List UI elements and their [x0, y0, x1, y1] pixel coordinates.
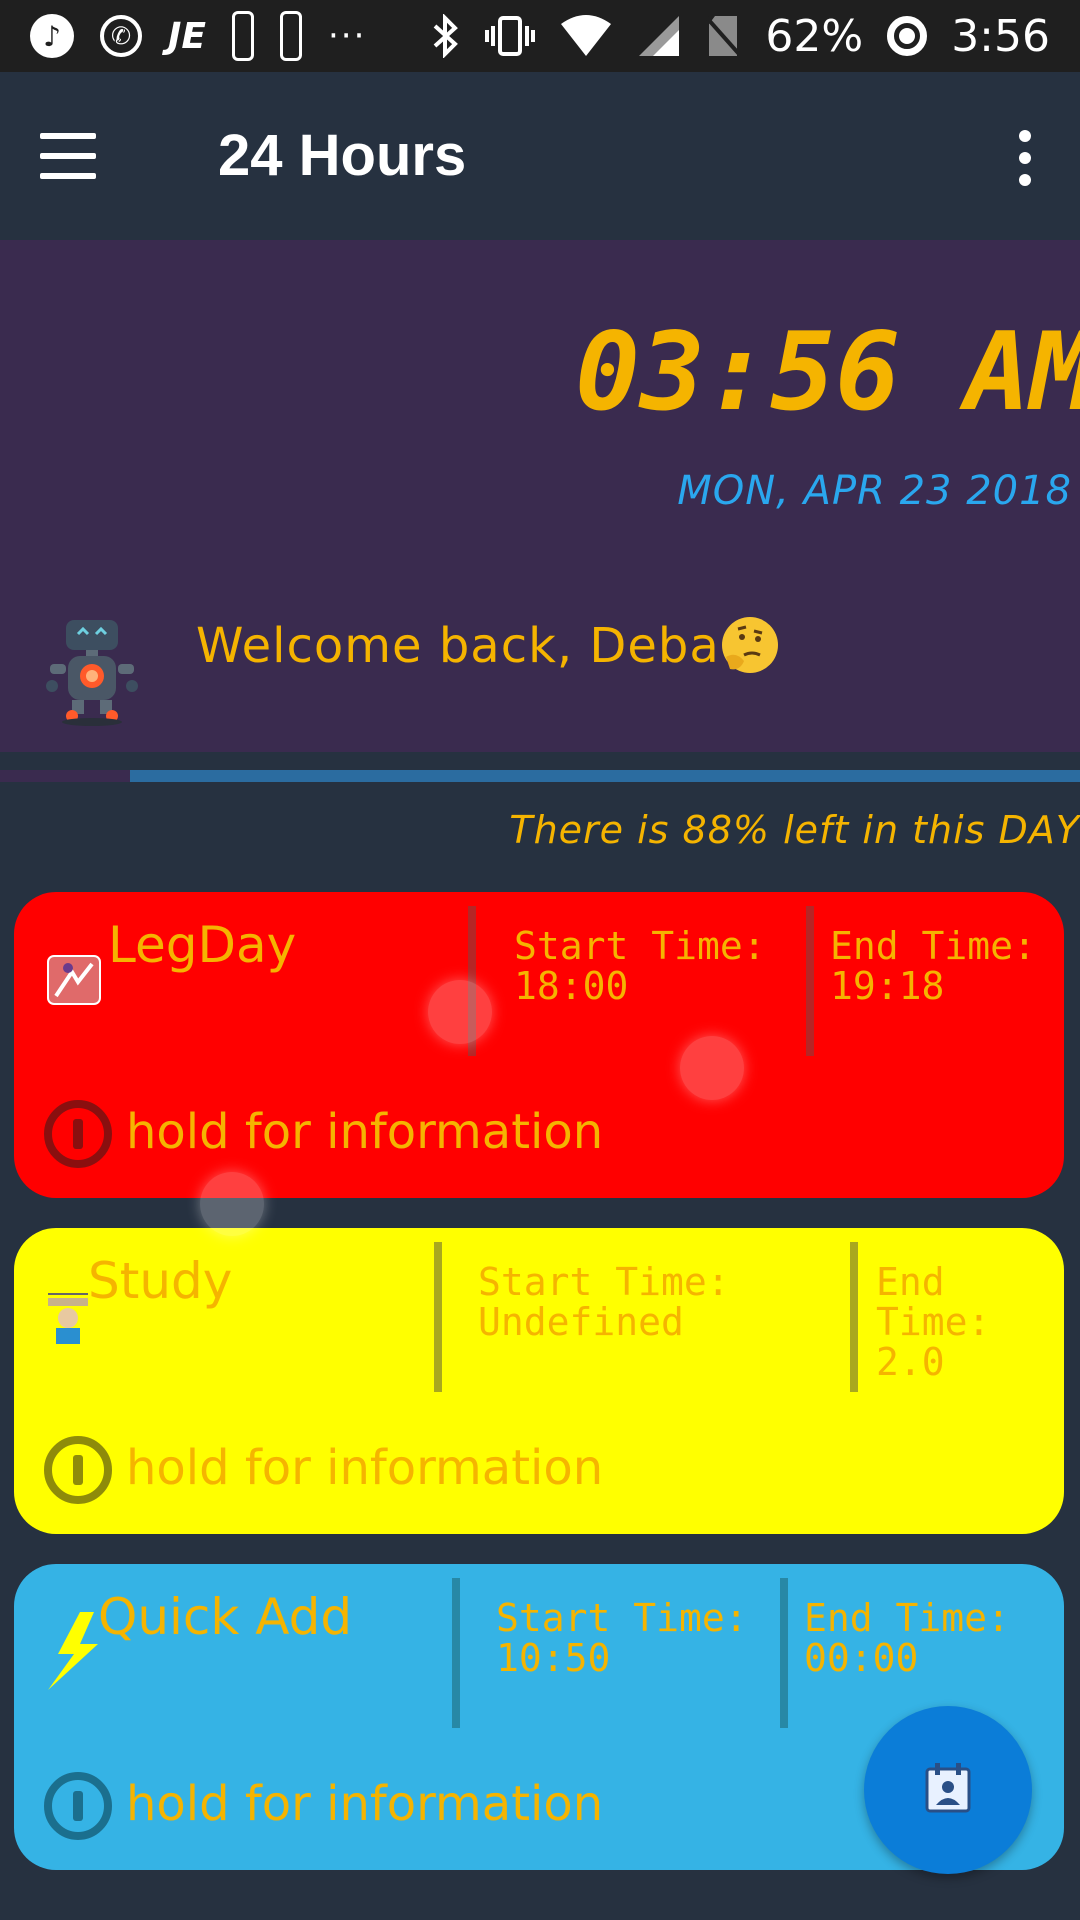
end-time-value: 00:00: [804, 1636, 919, 1680]
calendar-contact-icon: [923, 1761, 973, 1819]
start-time: Start Time: 10:50: [496, 1598, 748, 1678]
wifi-icon: [559, 14, 613, 58]
task-title: LegDay: [108, 916, 297, 974]
column-divider: [806, 906, 814, 1056]
music-note-icon: ♪: [30, 14, 74, 58]
no-sim-icon: [705, 14, 741, 58]
hold-hint: hold for information: [126, 1440, 604, 1496]
battery-percent: 62%: [765, 10, 864, 62]
column-divider: [780, 1578, 788, 1728]
task-card-study[interactable]: Study Start Time: Undefined End Time: 2.…: [14, 1228, 1064, 1534]
touch-indicator: [200, 1172, 264, 1236]
bluetooth-icon: [431, 14, 461, 58]
status-time: 3:56: [951, 10, 1050, 62]
calendar-fab-button[interactable]: [864, 1706, 1032, 1874]
end-time-value: 2.0: [876, 1340, 945, 1384]
end-time-value: 19:18: [830, 964, 945, 1008]
task-title: Quick Add: [98, 1588, 353, 1646]
hamburger-menu-icon[interactable]: [40, 116, 130, 196]
end-time: End Time: 19:18: [830, 926, 1036, 1006]
hold-hint: hold for information: [126, 1104, 604, 1160]
more-notifications-icon: ···: [328, 16, 367, 56]
start-time-label: Start Time:: [514, 924, 766, 968]
start-time: Start Time: Undefined: [478, 1262, 730, 1342]
info-icon: [44, 1436, 112, 1504]
column-divider: [850, 1242, 858, 1392]
start-time-label: Start Time:: [478, 1260, 730, 1304]
cell-signal-icon: [637, 14, 681, 58]
current-date: MON, APR 23 2018: [677, 468, 1072, 514]
start-time-label: Start Time:: [496, 1596, 748, 1640]
end-time-label: End Time:: [830, 924, 1036, 968]
end-time-label: End Time:: [804, 1596, 1010, 1640]
start-time-value: 10:50: [496, 1636, 611, 1680]
touch-indicator: [428, 980, 492, 1044]
status-bar: ♪ ✆ JE ··· 62% 3:56: [0, 0, 1080, 72]
info-icon: [44, 1772, 112, 1840]
end-time-label: End: [876, 1260, 945, 1304]
task-title: Study: [88, 1252, 233, 1310]
start-time-value: Undefined: [478, 1300, 684, 1344]
whatsapp-icon: ✆: [100, 15, 142, 57]
je-app-icon: JE: [168, 15, 206, 57]
hold-hint: hold for information: [126, 1776, 604, 1832]
end-time: End Time: 00:00: [804, 1598, 1010, 1678]
end-time: End Time: 2.0: [876, 1262, 990, 1382]
lightning-bolt-icon: [44, 1608, 104, 1692]
start-time-value: 18:00: [514, 964, 629, 1008]
column-divider: [434, 1242, 442, 1392]
digital-clock: 03:56 AM: [575, 310, 1080, 435]
info-icon: [44, 1100, 112, 1168]
nba-icon: [232, 11, 254, 61]
nba-icon: [280, 11, 302, 61]
task-card-legday[interactable]: LegDay Start Time: 18:00 End Time: 19:18…: [14, 892, 1064, 1198]
clock-header: 03:56 AM MON, APR 23 2018 Welcome back, …: [0, 240, 1080, 752]
start-time: Start Time: 18:00: [514, 926, 766, 1006]
day-progress-fill: [0, 770, 130, 782]
welcome-message: Welcome back, Deba: [196, 617, 778, 677]
column-divider: [452, 1578, 460, 1728]
app-bar: 24 Hours: [0, 72, 1080, 240]
touch-indicator: [680, 1036, 744, 1100]
end-time-label: Time:: [876, 1300, 991, 1344]
battery-saver-icon: [887, 16, 928, 56]
day-progress-bar: [0, 770, 1080, 782]
thinking-face-emoji-icon: [721, 617, 778, 673]
vibrate-icon: [485, 14, 536, 58]
legday-image-icon: [44, 952, 104, 1012]
robot-avatar-icon: [42, 616, 142, 726]
page-title: 24 Hours: [218, 123, 467, 188]
day-remaining-text: There is 88% left in this DAY: [509, 808, 1080, 852]
more-vert-icon[interactable]: [1000, 118, 1050, 198]
